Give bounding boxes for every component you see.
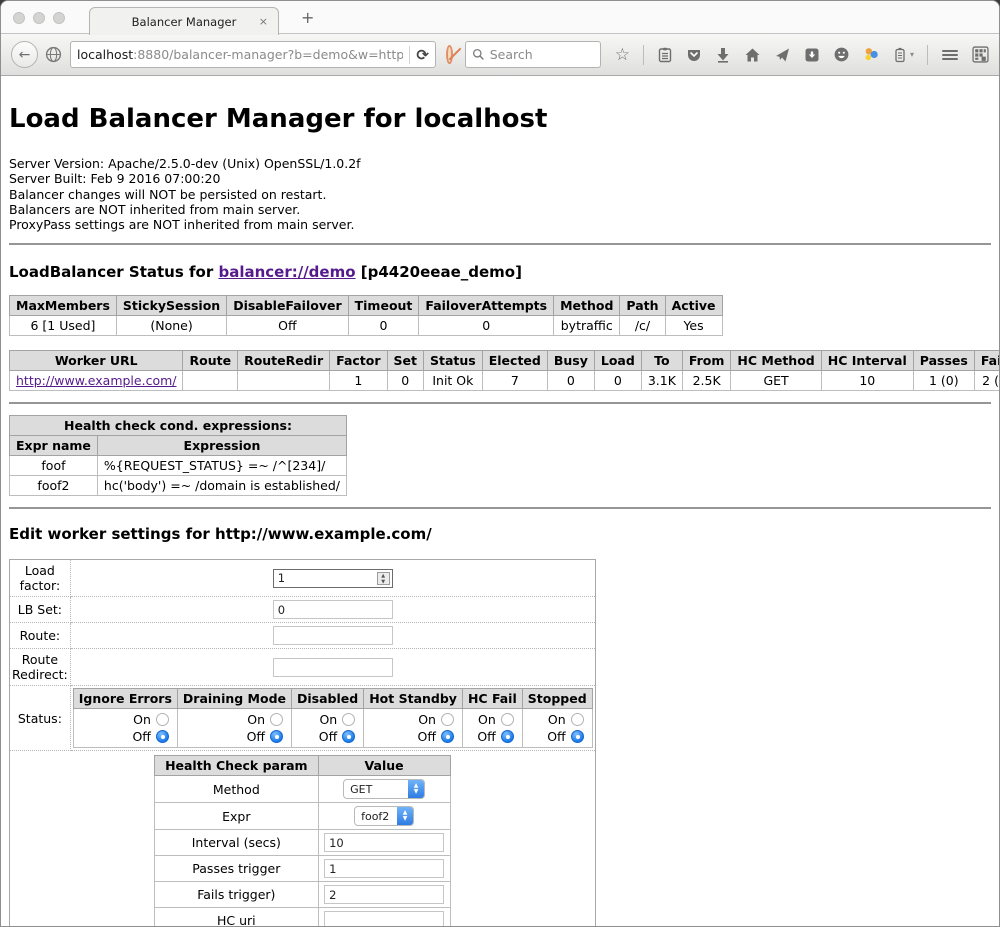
balancer-status-heading: LoadBalancer Status for balancer://demo … bbox=[9, 263, 991, 281]
hot-standby-on-radio[interactable] bbox=[441, 713, 454, 726]
hc-fail-off-radio[interactable] bbox=[501, 730, 514, 743]
page-title: Load Balancer Manager for localhost bbox=[9, 104, 991, 134]
window-minimize-button[interactable] bbox=[33, 12, 45, 24]
hc-passes-label: Passes trigger bbox=[155, 856, 319, 882]
expr-table-title: Health check cond. expressions: bbox=[10, 416, 347, 436]
close-tab-icon[interactable]: × bbox=[259, 15, 268, 28]
navigation-toolbar: ← localhost:8880/balancer-manager?b=demo… bbox=[1, 34, 999, 76]
divider bbox=[9, 243, 991, 245]
disabled-on-radio[interactable] bbox=[342, 713, 355, 726]
home-icon[interactable] bbox=[744, 47, 761, 63]
table-row: http://www.example.com/ 1 0 Init Ok 7 0 … bbox=[10, 371, 1000, 391]
url-text: localhost:8880/balancer-manager?b=demo&w… bbox=[77, 47, 403, 62]
table-row: foof %{REQUEST_STATUS} =~ /^[234]/ bbox=[10, 456, 347, 476]
tiles-icon[interactable] bbox=[972, 46, 989, 63]
health-check-param-table: Health Check param Value Method GET▲▼ bbox=[154, 755, 451, 927]
window-controls bbox=[13, 12, 65, 24]
lb-set-input[interactable] bbox=[273, 600, 393, 619]
hc-fails-input[interactable] bbox=[324, 885, 444, 904]
hc-method-label: Method bbox=[155, 776, 319, 803]
inherit-note: Balancers are NOT inherited from main se… bbox=[9, 202, 991, 217]
url-path: :8880/balancer-manager?b=demo&w=http://w… bbox=[133, 47, 403, 62]
table-row: foof2 hc('body') =~ /domain is establish… bbox=[10, 476, 347, 496]
search-icon bbox=[472, 48, 485, 61]
server-built: Server Built: Feb 9 2016 07:00:20 bbox=[9, 171, 991, 186]
back-button[interactable]: ← bbox=[11, 41, 38, 68]
tab-title: Balancer Manager bbox=[132, 15, 237, 29]
pocket-icon[interactable] bbox=[686, 47, 702, 63]
divider bbox=[9, 507, 991, 509]
hc-expr-select[interactable]: foof2▲▼ bbox=[354, 806, 414, 826]
chevron-down-icon: ▾ bbox=[910, 50, 914, 59]
browser-tab[interactable]: Balancer Manager × bbox=[89, 7, 279, 35]
edit-worker-heading: Edit worker settings for http://www.exam… bbox=[9, 525, 991, 543]
hc-method-select[interactable]: GET▲▼ bbox=[343, 779, 425, 799]
hc-passes-input[interactable] bbox=[324, 859, 444, 878]
hc-interval-label: Interval (secs) bbox=[155, 830, 319, 856]
status-label: Status: bbox=[10, 686, 71, 751]
server-version: Server Version: Apache/2.5.0-dev (Unix) … bbox=[9, 156, 991, 171]
health-check-expressions-table: Health check cond. expressions: Expr nam… bbox=[9, 415, 347, 496]
status-table: Ignore Errors Draining Mode Disabled Hot… bbox=[73, 688, 593, 748]
divider bbox=[9, 402, 991, 404]
route-redirect-label: Route Redirect: bbox=[10, 649, 71, 686]
window-close-button[interactable] bbox=[13, 12, 25, 24]
disabled-off-radio[interactable] bbox=[342, 730, 355, 743]
route-label: Route: bbox=[10, 623, 71, 649]
route-input[interactable] bbox=[273, 626, 393, 645]
ignore-errors-on-radio[interactable] bbox=[156, 713, 169, 726]
search-input[interactable] bbox=[490, 47, 590, 62]
load-factor-label: Load factor: bbox=[10, 560, 71, 597]
ignore-errors-off-radio[interactable] bbox=[156, 730, 169, 743]
bookmark-star-icon[interactable]: ☆ bbox=[615, 45, 630, 65]
table-row: 6 [1 Used] (None) Off 0 0 bytraffic /c/ … bbox=[10, 316, 723, 336]
persist-note: Balancer changes will NOT be persisted o… bbox=[9, 187, 991, 202]
hc-expr-label: Expr bbox=[155, 803, 319, 830]
extension-dots-icon[interactable] bbox=[863, 46, 880, 63]
blocked-content-icon[interactable] bbox=[446, 45, 453, 64]
draining-mode-on-radio[interactable] bbox=[270, 713, 283, 726]
browser-window: Balancer Manager × + ← localhost:8880/ba… bbox=[0, 0, 1000, 927]
feedback-smiley-icon[interactable] bbox=[833, 46, 850, 63]
hc-uri-label: HC uri bbox=[155, 908, 319, 927]
send-icon[interactable] bbox=[774, 47, 791, 63]
url-host: localhost bbox=[77, 47, 133, 62]
stopped-on-radio[interactable] bbox=[571, 713, 584, 726]
balancer-link[interactable]: balancer://demo bbox=[218, 263, 355, 281]
server-info: Server Version: Apache/2.5.0-dev (Unix) … bbox=[9, 156, 991, 232]
hc-fails-label: Fails trigger) bbox=[155, 882, 319, 908]
worker-table: Worker URL Route RouteRedir Factor Set S… bbox=[9, 350, 1000, 391]
download-icon[interactable] bbox=[715, 47, 731, 63]
worker-url-link[interactable]: http://www.example.com/ bbox=[16, 373, 176, 388]
hc-uri-input[interactable] bbox=[324, 911, 444, 927]
battery-icon[interactable]: ▾ bbox=[893, 47, 914, 63]
hc-interval-input[interactable] bbox=[324, 833, 444, 852]
menu-icon[interactable] bbox=[941, 47, 959, 63]
load-factor-input[interactable] bbox=[273, 569, 393, 588]
window-zoom-button[interactable] bbox=[53, 12, 65, 24]
url-bar[interactable]: localhost:8880/balancer-manager?b=demo&w… bbox=[70, 41, 436, 68]
panel-download-icon[interactable] bbox=[804, 47, 820, 63]
new-tab-button[interactable]: + bbox=[301, 8, 314, 27]
number-spinner-icon[interactable]: ▲▼ bbox=[377, 572, 390, 585]
hot-standby-off-radio[interactable] bbox=[441, 730, 454, 743]
tab-strip: Balancer Manager × + bbox=[1, 1, 999, 34]
stopped-off-radio[interactable] bbox=[571, 730, 584, 743]
globe-icon bbox=[45, 46, 62, 63]
edit-worker-form: Load factor: ▲▼ LB Set: Route: Route Red… bbox=[9, 559, 596, 927]
reading-list-icon[interactable] bbox=[657, 47, 673, 63]
balancer-status-table: MaxMembers StickySession DisableFailover… bbox=[9, 295, 723, 336]
draining-mode-off-radio[interactable] bbox=[270, 730, 283, 743]
page-content: Load Balancer Manager for localhost Serv… bbox=[1, 76, 999, 927]
reload-icon[interactable]: ⟳ bbox=[416, 46, 429, 64]
hc-fail-on-radio[interactable] bbox=[501, 713, 514, 726]
search-box[interactable] bbox=[465, 41, 601, 68]
chevron-updown-icon: ▲▼ bbox=[397, 806, 413, 826]
route-redirect-input[interactable] bbox=[273, 658, 393, 677]
chevron-updown-icon: ▲▼ bbox=[408, 779, 424, 799]
lb-set-label: LB Set: bbox=[10, 597, 71, 623]
proxypass-note: ProxyPass settings are NOT inherited fro… bbox=[9, 217, 991, 232]
